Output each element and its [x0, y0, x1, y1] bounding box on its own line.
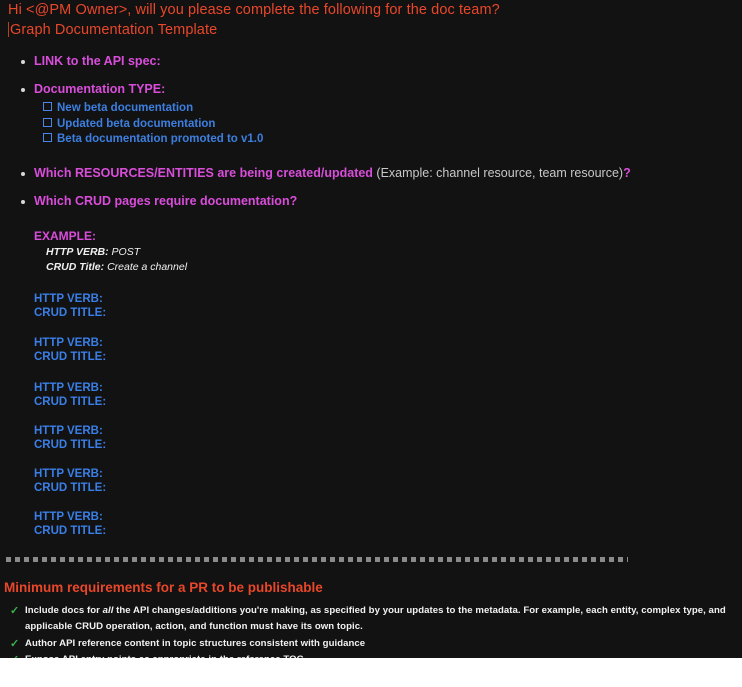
http-verb-label[interactable]: HTTP VERB: [34, 424, 742, 439]
requirement-text-pre: Include docs for [25, 604, 103, 616]
check-icon: ✓ [10, 653, 19, 658]
questions-list: LINK to the API spec: Documentation TYPE… [0, 53, 742, 210]
example-crud-title-value: Create a channel [107, 260, 188, 273]
doc-type-checkbox-list: New beta documentation Updated beta docu… [34, 101, 742, 148]
requirement-text-post: the API changes/additions you're making,… [25, 604, 726, 633]
requirements-checklist: ✓ Include docs for all the API changes/ad… [0, 603, 742, 659]
http-verb-label[interactable]: HTTP VERB: [34, 292, 742, 307]
crud-title-label[interactable]: CRUD TITLE: [34, 481, 742, 496]
bullet-label: Which RESOURCES/ENTITIES are being creat… [34, 165, 373, 180]
checkbox-label: Updated beta documentation [57, 117, 216, 130]
example-http-verb-value: POST [111, 245, 141, 258]
bullet-label: LINK to the API spec: [34, 54, 161, 68]
bullet-label: Which CRUD pages require documentation? [34, 193, 298, 208]
http-verb-label[interactable]: HTTP VERB: [34, 381, 742, 396]
crud-pairs-section: HTTP VERB: CRUD TITLE: HTTP VERB: CRUD T… [0, 292, 742, 539]
section-divider [6, 556, 628, 562]
bullet-question-mark: ? [623, 165, 631, 180]
requirement-item: ✓ Include docs for all the API changes/ad… [0, 603, 735, 636]
checkbox-label: New beta documentation [57, 102, 194, 114]
crud-pair: HTTP VERB: CRUD TITLE: [34, 292, 742, 321]
bullet-example-note: (Example: channel resource, team resourc… [372, 165, 624, 180]
list-item-resources-entities: Which RESOURCES/ENTITIES are being creat… [0, 165, 742, 182]
crud-title-label[interactable]: CRUD TITLE: [34, 350, 742, 365]
checkbox-option-new-beta[interactable]: New beta documentation [34, 101, 742, 117]
requirement-item: ✓ Expose API entry points as appropriate … [0, 652, 735, 658]
checkbox-icon[interactable] [43, 102, 52, 111]
minimum-requirements-title: Minimum requirements for a PR to be publ… [4, 579, 323, 595]
crud-pair: HTTP VERB: CRUD TITLE: [34, 381, 742, 410]
crud-title-label[interactable]: CRUD TITLE: [34, 306, 742, 321]
example-crud-title-label: CRUD Title: [46, 260, 105, 273]
example-title: EXAMPLE: [34, 228, 97, 243]
crud-pair: HTTP VERB: CRUD TITLE: [34, 424, 742, 453]
check-icon: ✓ [10, 637, 20, 650]
crud-title-label[interactable]: CRUD TITLE: [34, 524, 742, 539]
example-crud-title-row: CRUD Title: Create a channel [34, 260, 742, 275]
template-title-line: Graph Documentation Template [8, 20, 742, 40]
example-block: EXAMPLE: HTTP VERB: POST CRUD Title: Cre… [0, 228, 742, 275]
check-icon: ✓ [10, 604, 20, 617]
requirement-text-pre: Expose API entry points as appropriate i… [25, 654, 304, 658]
document-body: Hi <@PM Owner>, will you please complete… [0, 0, 742, 658]
crud-pair: HTTP VERB: CRUD TITLE: [34, 467, 742, 496]
checkbox-icon[interactable] [43, 117, 52, 127]
checkbox-icon[interactable] [43, 133, 52, 142]
crud-title-label[interactable]: CRUD TITLE: [34, 438, 742, 453]
crud-pair: HTTP VERB: CRUD TITLE: [34, 510, 742, 539]
requirement-item: ✓ Author API reference content in topic s… [0, 636, 735, 653]
header-section: Hi <@PM Owner>, will you please complete… [0, 0, 742, 40]
bullet-heading: Which RESOURCES/ENTITIES are being creat… [34, 165, 742, 182]
template-title-text: Graph Documentation Template [10, 22, 218, 38]
bullet-heading: Documentation TYPE: [34, 81, 742, 98]
page-bottom-area [0, 658, 742, 687]
text-caret [8, 22, 9, 37]
example-http-verb-label: HTTP VERB: [46, 245, 109, 258]
list-item-link-spec: LINK to the API spec: [0, 53, 742, 70]
requirement-text-emphasis: all [102, 604, 114, 616]
bullet-heading: LINK to the API spec: [34, 53, 742, 70]
checkbox-option-updated-beta[interactable]: Updated beta documentation [34, 117, 742, 133]
bullet-label: Documentation TYPE: [34, 82, 166, 96]
requirement-text-pre: Author API reference content in topic st… [25, 637, 366, 649]
bullet-heading: Which CRUD pages require documentation? [34, 193, 742, 210]
greeting-line: Hi <@PM Owner>, will you please complete… [8, 2, 500, 18]
http-verb-label[interactable]: HTTP VERB: [34, 336, 742, 351]
example-http-verb-row: HTTP VERB: POST [34, 245, 742, 260]
list-item-doc-type: Documentation TYPE: New beta documentati… [0, 81, 742, 148]
checkbox-label: Beta documentation promoted to v1.0 [57, 133, 264, 145]
http-verb-label[interactable]: HTTP VERB: [34, 510, 742, 525]
crud-title-label[interactable]: CRUD TITLE: [34, 395, 742, 410]
list-item-crud-pages: Which CRUD pages require documentation? [0, 193, 742, 210]
crud-pair: HTTP VERB: CRUD TITLE: [34, 336, 742, 365]
http-verb-label[interactable]: HTTP VERB: [34, 467, 742, 482]
checkbox-option-promoted-v1[interactable]: Beta documentation promoted to v1.0 [34, 132, 742, 148]
